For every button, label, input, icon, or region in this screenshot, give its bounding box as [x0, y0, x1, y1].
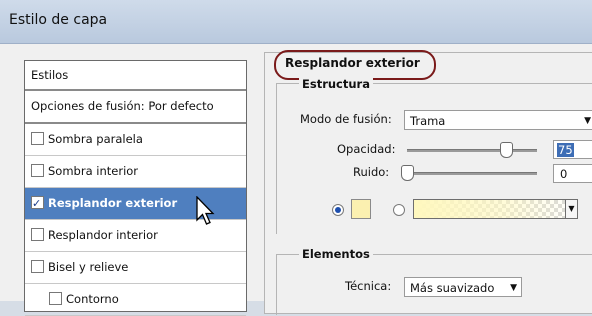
title-bar[interactable]: Estilo de capa: [0, 0, 592, 44]
opacity-value: 75: [557, 143, 574, 157]
window-title: Estilo de capa: [9, 12, 108, 28]
layer-style-dialog: Estilo de capa Estilos Opciones de fusió…: [0, 0, 592, 316]
blending-options-label: Opciones de fusión: Por defecto: [31, 99, 214, 113]
style-item-contorno[interactable]: Contorno: [25, 284, 246, 316]
solid-color-radio[interactable]: [332, 204, 344, 216]
checkbox[interactable]: [31, 228, 44, 241]
chevron-down-icon: ▼: [510, 283, 517, 293]
style-item-label: Resplandor exterior: [48, 196, 178, 210]
style-item-label: Contorno: [66, 292, 119, 306]
noise-input[interactable]: 0: [553, 164, 592, 183]
style-item-label: Sombra interior: [48, 164, 139, 178]
style-item-label: Resplandor interior: [48, 228, 158, 242]
color-swatch[interactable]: [351, 199, 371, 219]
opacity-slider-track[interactable]: [407, 149, 537, 152]
blending-options-item[interactable]: Opciones de fusión: Por defecto: [25, 91, 246, 124]
chevron-down-icon[interactable]: ▼: [565, 200, 577, 218]
technique-value: Más suavizado: [410, 281, 495, 295]
opacity-label: Opacidad:: [337, 142, 396, 156]
technique-select[interactable]: Más suavizado ▼: [404, 277, 522, 297]
technique-label: Técnica:: [345, 279, 392, 293]
opacity-input[interactable]: 75: [553, 140, 592, 159]
style-item-label: Sombra paralela: [48, 132, 143, 146]
checkbox[interactable]: [49, 292, 62, 305]
checkbox[interactable]: [31, 164, 44, 177]
noise-value: 0: [560, 167, 568, 181]
noise-slider-track[interactable]: [407, 172, 537, 175]
style-item-bisel-relieve[interactable]: Bisel y relieve: [25, 252, 246, 284]
styles-header[interactable]: Estilos: [25, 61, 246, 91]
elementos-title: Elementos: [299, 247, 373, 261]
styles-list: Estilos Opciones de fusión: Por defecto …: [24, 60, 247, 316]
blend-mode-select[interactable]: Trama ▼: [404, 110, 592, 130]
gradient-swatch[interactable]: ▼: [413, 199, 578, 219]
noise-label: Ruido:: [353, 165, 390, 179]
blend-mode-label: Modo de fusión:: [300, 112, 392, 126]
noise-slider-thumb[interactable]: [401, 165, 414, 181]
style-item-sombra-paralela[interactable]: Sombra paralela: [25, 124, 246, 156]
gradient-radio[interactable]: [393, 204, 405, 216]
arrow-cursor-icon: [196, 196, 215, 225]
style-item-label: Bisel y relieve: [48, 260, 129, 274]
estructura-title: Estructura: [299, 77, 373, 91]
opacity-slider-thumb[interactable]: [500, 142, 513, 158]
checkbox-checked[interactable]: [31, 188, 44, 219]
checkbox[interactable]: [31, 260, 44, 273]
chevron-down-icon: ▼: [584, 116, 591, 126]
blend-mode-value: Trama: [410, 114, 446, 128]
section-title: Resplandor exterior: [282, 56, 423, 70]
checkbox[interactable]: [31, 132, 44, 145]
style-item-sombra-interior[interactable]: Sombra interior: [25, 156, 246, 188]
